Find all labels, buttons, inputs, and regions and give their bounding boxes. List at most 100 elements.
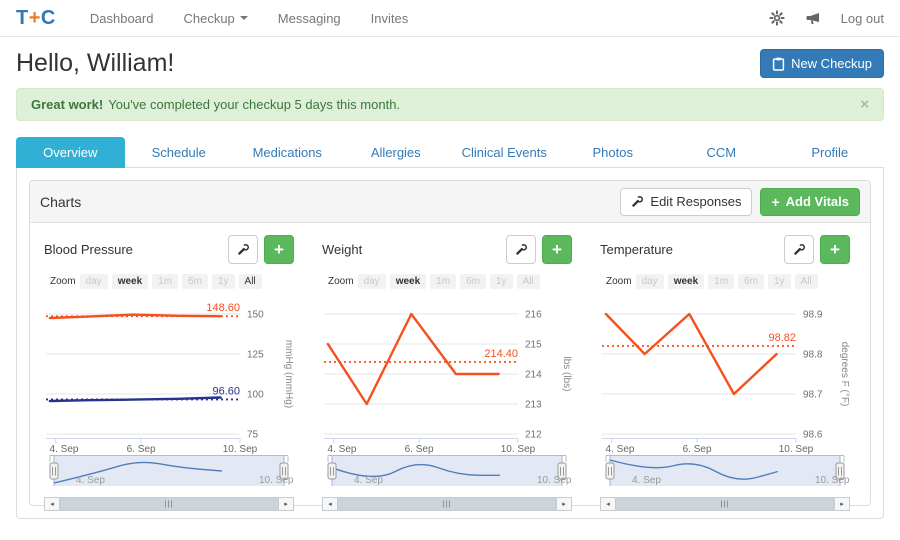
charts-row: Blood Pressure + Zoom day week 1m 6m 1y All 150 12…: [30, 223, 870, 511]
y-tick-label: 215: [525, 340, 542, 351]
zoom-day-button: day: [79, 273, 108, 289]
chart-add-reading-button[interactable]: +: [542, 235, 572, 264]
chart-scrollbar: ◂ ||| ▸: [322, 497, 572, 511]
x-tick-label: 4. Sep: [606, 444, 635, 454]
zoom-1y-button: 1y: [767, 273, 791, 289]
navbar: T+C Dashboard Checkup Messaging Invites: [0, 0, 900, 37]
chart-title: Blood Pressure: [44, 242, 133, 257]
navigator-handle-left[interactable]: [605, 462, 615, 480]
zoom-week-button[interactable]: week: [667, 273, 705, 289]
y-axis-title: lbs (lbs): [561, 356, 572, 391]
scrollbar-left-arrow[interactable]: ◂: [323, 498, 338, 510]
zoom-controls: Zoom day week 1m 6m 1y All: [328, 272, 572, 290]
tab-allergies[interactable]: Allergies: [341, 137, 450, 168]
y-tick-label: 98.9: [803, 310, 823, 321]
chart-plot: 150 125 100 75 4. Sep 6. Sep 10. Sep 148.60 96.6…: [46, 302, 294, 454]
chart-blood-pressure: Blood Pressure + Zoom day week 1m 6m 1y All 150 12…: [44, 235, 294, 511]
chart-settings-button[interactable]: [228, 235, 258, 264]
wrench-icon: [631, 195, 644, 208]
chart-scrollbar: ◂ ||| ▸: [44, 497, 294, 511]
tab-medications[interactable]: Medications: [233, 137, 342, 168]
plus-icon: +: [771, 193, 780, 210]
nav-item-label: Invites: [370, 10, 409, 26]
megaphone-icon[interactable]: [805, 11, 821, 26]
zoom-week-button[interactable]: week: [111, 273, 149, 289]
alert-text: You've completed your checkup 5 days thi…: [108, 97, 401, 112]
navigator-handle-left[interactable]: [327, 462, 337, 480]
chart-settings-button[interactable]: [506, 235, 536, 264]
chart-navigator[interactable]: 4. Sep 10. Sep: [322, 454, 572, 496]
tab-overview[interactable]: Overview: [16, 137, 125, 168]
scrollbar-right-arrow[interactable]: ▸: [556, 498, 571, 510]
scrollbar-left-arrow[interactable]: ◂: [601, 498, 616, 510]
app-window: T+C Dashboard Checkup Messaging Invites: [0, 0, 900, 540]
chart-plot: 98.9 98.8 98.7 98.6 4. Sep 6. Sep 10. Sep 98.82…: [602, 310, 850, 454]
y-tick-label: 75: [247, 430, 259, 441]
gear-icon[interactable]: [768, 10, 785, 26]
nav-item-checkup[interactable]: Checkup: [183, 11, 248, 26]
nav-item-invites[interactable]: Invites: [371, 11, 409, 26]
navigator-label-right: 10. Sep: [815, 475, 850, 486]
x-tick-label: 10. Sep: [223, 444, 258, 454]
zoom-all-button[interactable]: All: [238, 273, 262, 289]
new-checkup-button[interactable]: New Checkup: [760, 49, 884, 78]
y-tick-label: 98.7: [803, 390, 823, 401]
add-vitals-label: Add Vitals: [785, 194, 849, 209]
x-tick-label: 4. Sep: [328, 444, 357, 454]
chevron-down-icon: [239, 16, 248, 20]
x-tick-label: 10. Sep: [501, 444, 536, 454]
nav-item-label: Messaging: [277, 10, 341, 26]
add-vitals-button[interactable]: + Add Vitals: [760, 187, 860, 216]
logout-link[interactable]: Log out: [841, 11, 884, 26]
chart-navigator[interactable]: 4. Sep 10. Sep: [44, 454, 294, 496]
zoom-controls: Zoom day week 1m 6m 1y All: [50, 272, 294, 290]
navigator-handle-left[interactable]: [49, 462, 59, 480]
zoom-week-button[interactable]: week: [389, 273, 427, 289]
chart-add-reading-button[interactable]: +: [820, 235, 850, 264]
scrollbar-thumb[interactable]: |||: [338, 498, 556, 510]
scrollbar-thumb[interactable]: |||: [616, 498, 834, 510]
new-checkup-label: New Checkup: [791, 56, 872, 71]
zoom-controls: Zoom day week 1m 6m 1y All: [606, 272, 850, 290]
alert-bold-text: Great work!: [31, 97, 104, 112]
charts-panel: Charts Edit Responses + Add Vitals Blood…: [29, 180, 871, 511]
y-tick-label: 216: [525, 310, 542, 321]
chart-plot: 216 215 214 213 212 4. Sep 6. Sep 10. Sep 214.40…: [324, 310, 572, 454]
x-tick-label: 6. Sep: [127, 444, 156, 454]
chart-add-reading-button[interactable]: +: [264, 235, 294, 264]
zoom-day-button: day: [635, 273, 664, 289]
edit-responses-button[interactable]: Edit Responses: [620, 187, 753, 216]
y-tick-label: 98.6: [803, 430, 823, 441]
zoom-1m-button: 1m: [152, 273, 179, 289]
tab-schedule[interactable]: Schedule: [124, 137, 233, 168]
nav-item-dashboard[interactable]: Dashboard: [90, 11, 154, 26]
tab-content: Charts Edit Responses + Add Vitals Blood…: [16, 168, 884, 519]
series-line-diastolic: [48, 396, 222, 403]
scrollbar-thumb[interactable]: |||: [60, 498, 278, 510]
y-tick-label: 150: [247, 310, 264, 321]
scrollbar-left-arrow[interactable]: ◂: [45, 498, 60, 510]
tab-profile[interactable]: Profile: [775, 137, 884, 168]
close-icon[interactable]: ×: [860, 97, 869, 112]
app-logo[interactable]: T+C: [16, 7, 56, 30]
series-value-label: 214.40: [484, 348, 518, 360]
tab-ccm[interactable]: CCM: [667, 137, 776, 168]
page-header: Hello, William! New Checkup: [0, 37, 900, 84]
scrollbar-right-arrow[interactable]: ▸: [278, 498, 293, 510]
navbar-right: Log out: [768, 10, 884, 26]
edit-responses-label: Edit Responses: [650, 194, 742, 209]
chart-navigator[interactable]: 4. Sep 10. Sep: [600, 454, 850, 496]
navigator-label-left: 4. Sep: [632, 475, 661, 486]
x-tick-label: 10. Sep: [779, 444, 814, 454]
zoom-1y-button: 1y: [489, 273, 513, 289]
panel-heading-buttons: Edit Responses + Add Vitals: [620, 187, 860, 216]
scrollbar-right-arrow[interactable]: ▸: [834, 498, 849, 510]
y-axis-title: mmHg (mmHg): [283, 340, 294, 408]
chart-settings-button[interactable]: [784, 235, 814, 264]
tab-photos[interactable]: Photos: [558, 137, 667, 168]
nav-item-messaging[interactable]: Messaging: [278, 11, 341, 26]
navigator-label-right: 10. Sep: [259, 475, 294, 486]
chart-scrollbar: ◂ ||| ▸: [600, 497, 850, 511]
tab-clinical-events[interactable]: Clinical Events: [450, 137, 559, 168]
wrench-icon: [237, 243, 249, 255]
